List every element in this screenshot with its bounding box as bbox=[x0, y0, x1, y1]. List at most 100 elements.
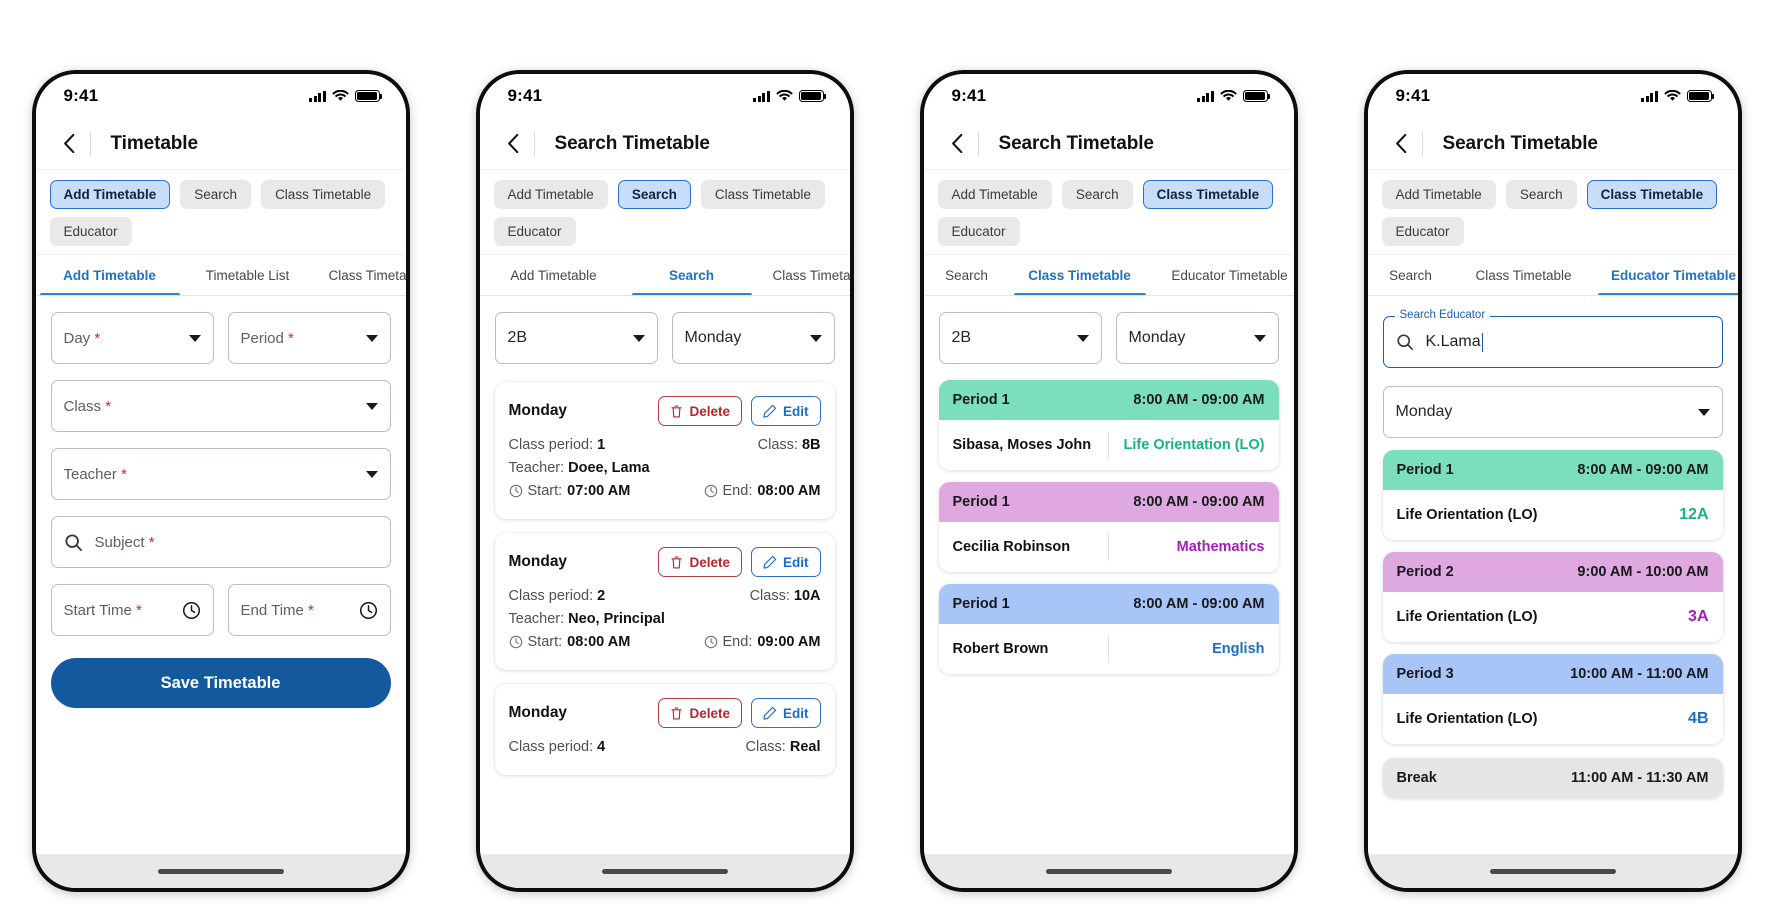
field-start-time[interactable]: Start Time * bbox=[50, 584, 214, 636]
result-class: 10A bbox=[793, 588, 821, 604]
list-item[interactable]: Period 1 8:00 AM - 09:00 AM Sibasa, Mose… bbox=[938, 380, 1279, 470]
field-period[interactable]: Period * bbox=[227, 312, 391, 364]
chip-educator[interactable]: Educator bbox=[493, 217, 576, 246]
home-indicator[interactable] bbox=[1489, 868, 1616, 874]
tab-educator-timetable[interactable]: Educator Timetable bbox=[1594, 255, 1738, 295]
appbar-divider bbox=[1421, 130, 1423, 157]
tab-class-timetable[interactable]: Class Timetable bbox=[1010, 255, 1150, 295]
day-filter-value: Monday bbox=[1395, 403, 1453, 420]
table-row[interactable]: Monday Delete Edit Class period: 2 Class… bbox=[494, 533, 835, 670]
result-card-header: Monday Delete Edit bbox=[509, 396, 821, 426]
clock-icon bbox=[509, 484, 522, 498]
save-timetable-button[interactable]: Save Timetable bbox=[50, 658, 391, 708]
field-day[interactable]: Day * bbox=[50, 312, 214, 364]
edit-button[interactable]: Edit bbox=[751, 547, 821, 577]
list-item[interactable]: Period 1 8:00 AM - 09:00 AM Cecilia Robi… bbox=[938, 482, 1279, 572]
tab-search[interactable]: Search bbox=[1368, 255, 1454, 295]
list-item[interactable]: Period 1 8:00 AM - 09:00 AM Robert Brown… bbox=[938, 584, 1279, 674]
search-body: 2B Monday Monday Delete Edit Class perio… bbox=[479, 296, 850, 854]
screen: 9:41 Search Timetable Add Timetable Sear… bbox=[1367, 74, 1738, 888]
chip-add-timetable[interactable]: Add Timetable bbox=[493, 180, 608, 209]
chip-educator[interactable]: Educator bbox=[49, 217, 132, 246]
phone-class-timetable: 9:41 Search Timetable Add Timetable Sear… bbox=[919, 70, 1298, 892]
field-subject-label: Subject * bbox=[94, 533, 155, 551]
chip-educator[interactable]: Educator bbox=[937, 217, 1020, 246]
battery-icon bbox=[1242, 90, 1270, 102]
chip-class-timetable[interactable]: Class Timetable bbox=[1586, 180, 1718, 209]
tab-search[interactable]: Search bbox=[924, 255, 1010, 295]
chevron-down-icon bbox=[1697, 408, 1710, 416]
back-button[interactable] bbox=[938, 125, 976, 163]
field-class[interactable]: Class * bbox=[50, 380, 391, 432]
day-filter-select[interactable]: Monday bbox=[1115, 312, 1279, 364]
chip-search[interactable]: Search bbox=[1061, 180, 1133, 209]
chevron-down-icon bbox=[365, 470, 378, 478]
search-educator-input[interactable]: Search Educator K.Lama bbox=[1382, 309, 1723, 368]
home-indicator[interactable] bbox=[601, 868, 728, 874]
day-filter-value: Monday bbox=[684, 329, 742, 346]
field-teacher[interactable]: Teacher * bbox=[50, 448, 391, 500]
tab-class-timetable[interactable]: Class Timetable bbox=[312, 255, 405, 295]
period-time: 8:00 AM - 09:00 AM bbox=[1133, 392, 1265, 408]
edit-button[interactable]: Edit bbox=[751, 396, 821, 426]
day-filter-select[interactable]: Monday bbox=[671, 312, 835, 364]
tab-add-timetable[interactable]: Add Timetable bbox=[480, 255, 628, 295]
table-row[interactable]: Monday Delete Edit Class period: 4 Class… bbox=[494, 684, 835, 775]
tab-educator-timetable[interactable]: Educator Timetable bbox=[1150, 255, 1294, 295]
chip-class-timetable[interactable]: Class Timetable bbox=[1142, 180, 1274, 209]
chip-educator[interactable]: Educator bbox=[1381, 217, 1464, 246]
back-button[interactable] bbox=[1382, 125, 1420, 163]
result-day: Monday bbox=[508, 402, 568, 419]
chip-search[interactable]: Search bbox=[617, 180, 691, 209]
chip-add-timetable[interactable]: Add Timetable bbox=[49, 180, 171, 209]
chip-add-timetable[interactable]: Add Timetable bbox=[1381, 180, 1496, 209]
tab-add-timetable[interactable]: Add Timetable bbox=[36, 255, 184, 295]
class-filter-select[interactable]: 2B bbox=[938, 312, 1102, 364]
signal-bars-icon bbox=[753, 90, 770, 102]
delete-button[interactable]: Delete bbox=[658, 698, 742, 728]
status-bar: 9:41 bbox=[1367, 74, 1738, 118]
tab-timetable-list[interactable]: Timetable List bbox=[184, 255, 312, 295]
field-end-time[interactable]: End Time * bbox=[227, 584, 391, 636]
chip-search[interactable]: Search bbox=[180, 180, 252, 209]
day-filter-select[interactable]: Monday bbox=[1382, 386, 1723, 438]
tab-search[interactable]: Search bbox=[628, 255, 756, 295]
list-item[interactable]: Break 11:00 AM - 11:30 AM bbox=[1382, 758, 1723, 798]
appbar-divider bbox=[977, 130, 979, 157]
tab-bar: Search Class Timetable Educator Timetabl… bbox=[1367, 255, 1738, 296]
divider bbox=[1108, 533, 1109, 561]
result-class-period: 2 bbox=[597, 588, 606, 604]
back-button[interactable] bbox=[494, 125, 532, 163]
period-subject: Life Orientation (LO) bbox=[1396, 506, 1538, 523]
field-subject[interactable]: Subject * bbox=[50, 516, 391, 568]
result-end-time: 08:00 AM bbox=[757, 483, 821, 499]
delete-button[interactable]: Delete bbox=[658, 396, 742, 426]
chip-row: Add Timetable Search Class Timetable Edu… bbox=[479, 170, 850, 255]
home-indicator[interactable] bbox=[157, 868, 284, 874]
wifi-icon bbox=[1219, 90, 1237, 102]
tab-class-timetable[interactable]: Class Timetable bbox=[756, 255, 849, 295]
list-item[interactable]: Period 1 8:00 AM - 09:00 AM Life Orienta… bbox=[1382, 450, 1723, 540]
tab-class-timetable[interactable]: Class Timetable bbox=[1454, 255, 1594, 295]
field-start-time-label: Start Time * bbox=[63, 601, 142, 619]
search-educator-legend: Search Educator bbox=[1394, 309, 1491, 321]
list-item[interactable]: Period 3 10:00 AM - 11:00 AM Life Orient… bbox=[1382, 654, 1723, 744]
chip-class-timetable[interactable]: Class Timetable bbox=[700, 180, 825, 209]
period-subject: Life Orientation (LO) bbox=[1396, 608, 1538, 625]
list-item[interactable]: Period 2 9:00 AM - 10:00 AM Life Orienta… bbox=[1382, 552, 1723, 642]
period-class: 4B bbox=[1688, 710, 1709, 727]
screen: 9:41 Search Timetable Add Timetable Sear… bbox=[923, 74, 1294, 888]
chip-search[interactable]: Search bbox=[1505, 180, 1577, 209]
chip-add-timetable[interactable]: Add Timetable bbox=[937, 180, 1052, 209]
back-button[interactable] bbox=[50, 125, 88, 163]
period-subject: English bbox=[1212, 641, 1265, 657]
clock-icon bbox=[182, 601, 201, 620]
class-filter-select[interactable]: 2B bbox=[494, 312, 658, 364]
search-icon bbox=[64, 533, 83, 552]
chip-class-timetable[interactable]: Class Timetable bbox=[261, 180, 386, 209]
table-row[interactable]: Monday Delete Edit Class period: 1 Class… bbox=[494, 382, 835, 519]
edit-button[interactable]: Edit bbox=[751, 698, 821, 728]
home-indicator[interactable] bbox=[1045, 868, 1172, 874]
trash-icon bbox=[671, 706, 683, 720]
delete-button[interactable]: Delete bbox=[658, 547, 742, 577]
